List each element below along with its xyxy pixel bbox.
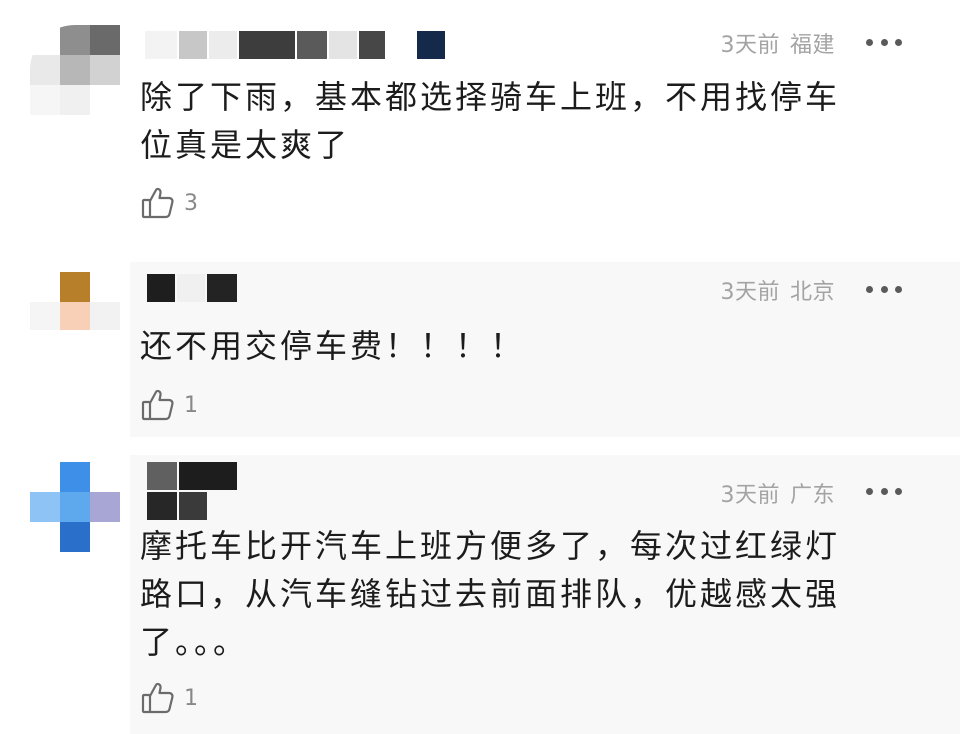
comment-text: 除了下雨，基本都选择骑车上班，不用找停车 位真是太爽了 — [140, 73, 910, 169]
comment-text-line: 位真是太爽了 — [140, 126, 351, 164]
comment-time: 3天前 — [720, 483, 780, 508]
comment-time: 3天前 — [720, 33, 780, 58]
comment-text: 摩托车比开汽车上班方便多了，每次过红绿灯 路口，从汽车缝钻过去前面排队，优越感太… — [140, 522, 910, 666]
thumbs-up-icon — [140, 387, 176, 423]
avatar[interactable] — [30, 25, 120, 115]
like-button[interactable]: 3 — [140, 183, 198, 223]
like-button[interactable]: 1 — [140, 678, 198, 718]
comment-meta: 3天前 北京 — [720, 274, 835, 306]
like-count: 1 — [184, 685, 198, 711]
comment-text-line: 除了下雨，基本都选择骑车上班，不用找停车 — [140, 78, 841, 116]
comment-location: 福建 — [789, 33, 835, 58]
comment-meta: 3天前 福建 — [720, 27, 835, 59]
avatar[interactable] — [30, 462, 120, 552]
comment-text: 还不用交停车费！！！！ — [140, 322, 910, 370]
thumbs-up-icon — [140, 185, 176, 221]
more-dots-icon[interactable] — [866, 39, 902, 47]
comment-text-line: 路口，从汽车缝钻过去前面排队，优越感太强 — [140, 575, 841, 613]
more-dots-icon[interactable] — [866, 488, 902, 496]
comment-text-line: 摩托车比开汽车上班方便多了，每次过红绿灯 — [140, 527, 841, 565]
like-count: 1 — [184, 392, 198, 418]
thumbs-up-icon — [140, 680, 176, 716]
comment-location: 北京 — [789, 280, 835, 305]
like-button[interactable]: 1 — [140, 385, 198, 425]
comment-text-line: 了。。。 — [140, 623, 249, 661]
comment-meta: 3天前 广东 — [720, 477, 835, 509]
comment-time: 3天前 — [720, 280, 780, 305]
comment-text-line: 还不用交停车费！！！！ — [140, 327, 526, 365]
avatar[interactable] — [30, 272, 120, 330]
like-count: 3 — [184, 190, 198, 216]
comment-location: 广东 — [789, 483, 835, 508]
more-dots-icon[interactable] — [866, 286, 902, 294]
